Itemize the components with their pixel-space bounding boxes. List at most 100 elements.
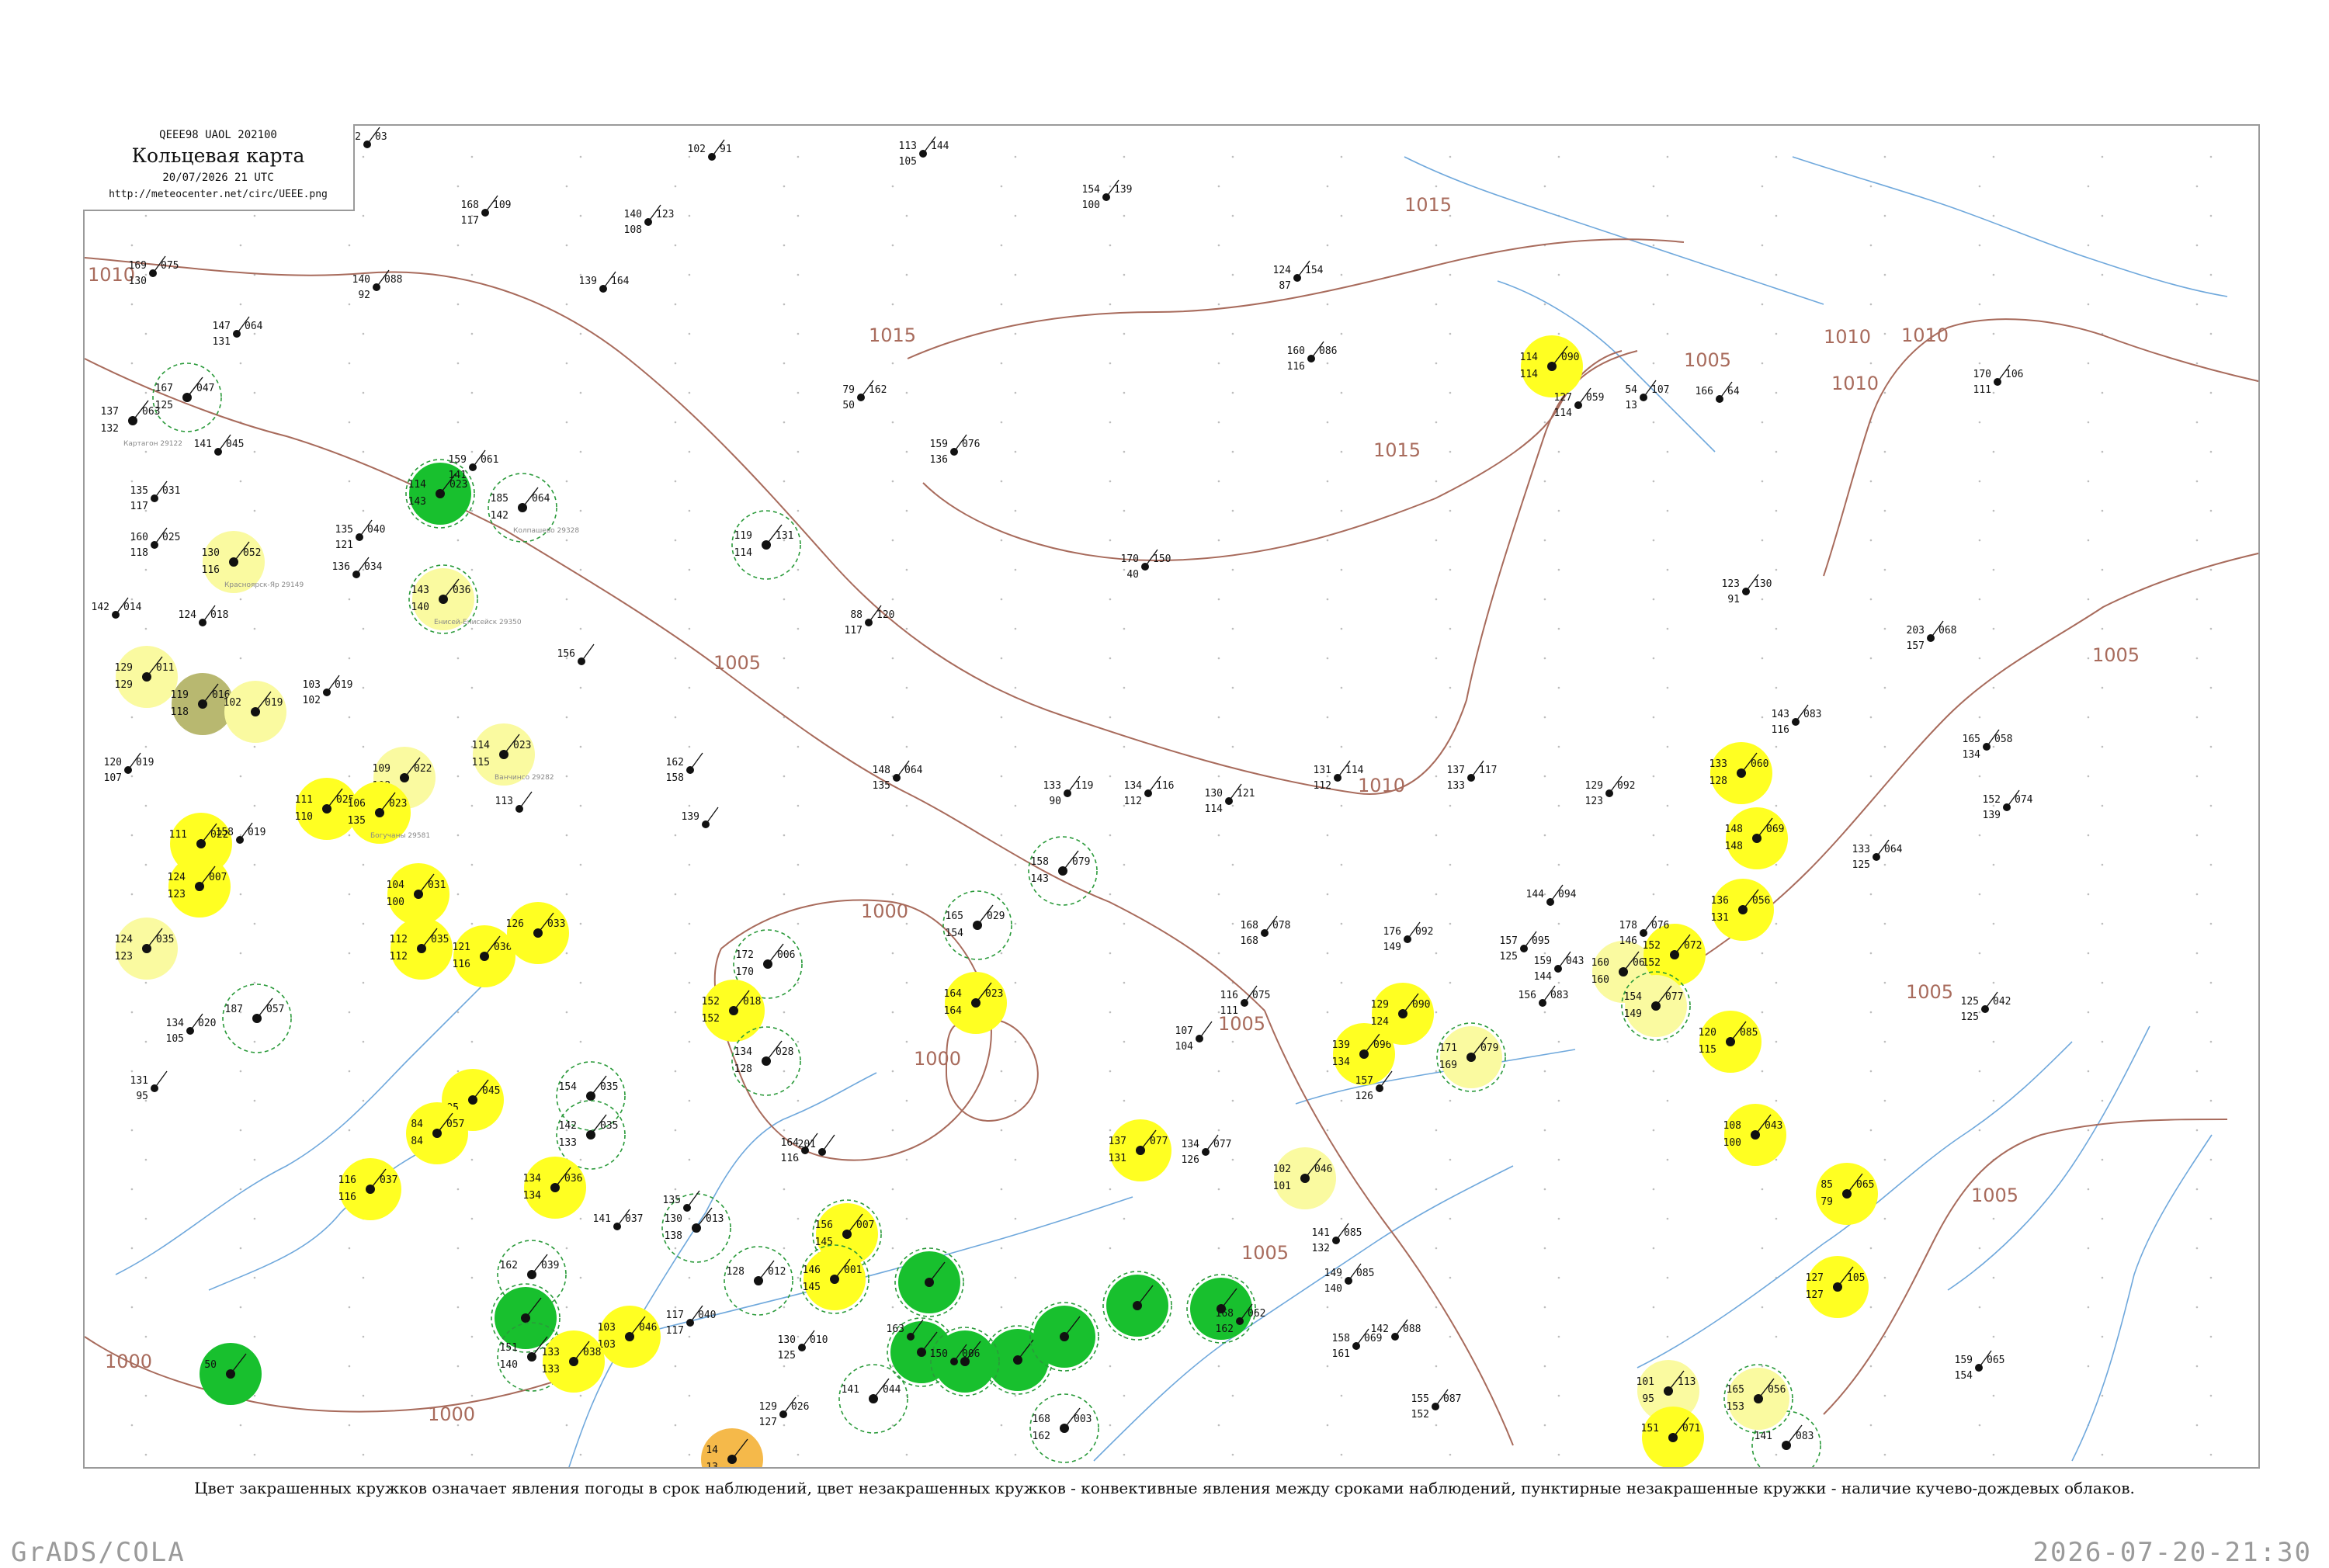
- station-plot-plain[interactable]: 139 164: [579, 271, 630, 293]
- station-plot-plain[interactable]: 149 085 140: [1324, 1263, 1375, 1295]
- station-plot-plain[interactable]: 176 092 149: [1383, 921, 1434, 953]
- station-plot[interactable]: 102 046 101: [1273, 1147, 1336, 1209]
- station-plot-plain[interactable]: 88 120 117: [845, 605, 895, 637]
- station-plot-plain[interactable]: 103 019 102: [303, 675, 353, 706]
- station-plot-plain[interactable]: 143 083 116: [1772, 704, 1822, 736]
- station-plot-plain[interactable]: 140 088 92: [352, 269, 403, 301]
- station-plot-plain[interactable]: 102 91: [688, 139, 732, 161]
- station-plot[interactable]: 165 029 154: [942, 890, 1012, 960]
- station-plot-plain[interactable]: 130 010 125: [778, 1330, 828, 1362]
- station-plot[interactable]: 103 046103: [598, 1306, 661, 1368]
- station-plot[interactable]: 136 056 131: [1711, 879, 1774, 941]
- station-plot-plain[interactable]: 127 059 114: [1554, 387, 1605, 419]
- station-plot-plain[interactable]: 135 040 121: [335, 519, 386, 551]
- station-plot-plain[interactable]: 152 074 139: [1983, 789, 2033, 821]
- station-plot-plain[interactable]: 141 085 132: [1312, 1223, 1362, 1254]
- station-plot-plain[interactable]: 113: [495, 791, 533, 813]
- station-plot[interactable]: 14 13: [701, 1428, 763, 1469]
- station-plot[interactable]: 116 037 116: [338, 1158, 401, 1220]
- station-plot-plain[interactable]: 107104: [1175, 1021, 1213, 1053]
- station-plot-plain[interactable]: 144 094: [1526, 884, 1577, 906]
- station-plot[interactable]: 137 077 131: [1109, 1119, 1171, 1181]
- station-plot-plain[interactable]: 113 144 105: [899, 136, 949, 168]
- station-plot[interactable]: 124 035 123: [115, 918, 178, 980]
- station-plot-plain[interactable]: 124 018: [179, 605, 229, 626]
- station-plot[interactable]: 134 028 128: [731, 1026, 801, 1096]
- station-plot-plain[interactable]: 156 083: [1519, 985, 1569, 1007]
- station-plot[interactable]: [930, 1327, 1000, 1396]
- station-plot[interactable]: 130 052 116 Красноярск-Яр 29149: [202, 531, 304, 593]
- station-plot-plain[interactable]: 134 020 105: [166, 1013, 217, 1045]
- station-plot[interactable]: [894, 1247, 964, 1317]
- station-plot-plain[interactable]: 166 64: [1696, 381, 1740, 403]
- station-plot[interactable]: [1029, 1302, 1099, 1372]
- station-plot[interactable]: 141 044: [838, 1364, 908, 1434]
- station-plot[interactable]: 167 047125: [152, 363, 222, 432]
- station-plot[interactable]: 120 085 115: [1699, 1011, 1762, 1073]
- station-plot-plain[interactable]: 129 092 123: [1585, 775, 1636, 807]
- station-plot[interactable]: [1102, 1271, 1172, 1341]
- station-plot-plain[interactable]: 159 065 154: [1955, 1350, 2005, 1382]
- station-plot-plain[interactable]: 169 075 130: [129, 255, 179, 287]
- station-plot-plain[interactable]: 139: [682, 807, 719, 828]
- station-plot[interactable]: 114 023 115 Ванчинсо 29282: [472, 723, 554, 786]
- station-plot[interactable]: 108 043 100: [1723, 1104, 1786, 1166]
- station-plot-plain[interactable]: 134 077 126: [1182, 1134, 1232, 1166]
- station-plot-plain[interactable]: 13195: [130, 1070, 168, 1102]
- station-plot-plain[interactable]: 133 064 125: [1852, 839, 1903, 871]
- station-plot-plain[interactable]: 135 031 117: [130, 480, 181, 512]
- station-plot-plain[interactable]: 168 109 117: [461, 195, 512, 227]
- station-plot-plain[interactable]: 160 086 116: [1287, 341, 1338, 373]
- station-plot-plain[interactable]: 156: [557, 644, 595, 665]
- station-plot-plain[interactable]: 160 025 118: [130, 527, 181, 559]
- station-plot[interactable]: 185 064 142 Колпашево 29328: [488, 473, 579, 543]
- station-plot[interactable]: 143 036 140 Енисей-Енисейск 29350: [408, 564, 522, 634]
- station-plot-plain[interactable]: 124 154 87: [1273, 260, 1324, 292]
- station-plot-plain[interactable]: 131 114 112: [1314, 760, 1364, 792]
- station-plot[interactable]: 114 090 114: [1520, 335, 1583, 397]
- station-plot-plain[interactable]: 125 042 125: [1961, 991, 2011, 1023]
- station-plot-plain[interactable]: 154 139 100: [1082, 179, 1133, 211]
- station-plot[interactable]: 112 035 112: [390, 918, 453, 980]
- station-plot-plain[interactable]: 170 106 111: [1973, 364, 2024, 396]
- station-plot[interactable]: 158 079 143: [1028, 836, 1098, 906]
- station-plot-plain[interactable]: 155 087 152: [1411, 1389, 1462, 1421]
- station-plot-plain[interactable]: 170 150 40: [1121, 549, 1171, 581]
- station-plot-plain[interactable]: 141 045: [194, 434, 245, 456]
- station-plot-plain[interactable]: 79 162 50: [842, 380, 887, 411]
- station-plot[interactable]: 127 105 127: [1806, 1256, 1869, 1318]
- station-plot[interactable]: 148 069 148: [1725, 807, 1788, 869]
- station-plot[interactable]: 168 003 162: [1029, 1393, 1099, 1463]
- station-plot-plain[interactable]: 147 064 131: [213, 316, 263, 348]
- station-plot[interactable]: 102 019: [224, 681, 286, 743]
- station-plot-plain[interactable]: 133 119 90: [1043, 775, 1094, 807]
- station-plot-plain[interactable]: 168 078 168: [1241, 915, 1291, 947]
- station-plot[interactable]: 171 079 169: [1436, 1022, 1506, 1092]
- station-plot-plain[interactable]: 159 061 141: [449, 449, 499, 481]
- station-plot[interactable]: 134 036 134: [523, 1157, 586, 1219]
- station-plot[interactable]: 121 036116: [453, 925, 515, 987]
- station-plot[interactable]: 124 007 123: [168, 855, 231, 918]
- station-plot-plain[interactable]: 136 034: [332, 557, 383, 578]
- station-plot-plain[interactable]: 159 076 136: [930, 434, 981, 466]
- station-plot[interactable]: 133 060 128: [1709, 742, 1772, 804]
- station-plot-plain[interactable]: 129 026 127: [759, 1396, 810, 1428]
- station-plot[interactable]: 84 057 84: [406, 1102, 468, 1164]
- station-plot[interactable]: 85 065 79: [1816, 1163, 1878, 1225]
- station-plot-plain[interactable]: 141 037: [593, 1209, 644, 1230]
- synoptic-map[interactable]: 1015101010151010101510101005101010051000…: [85, 126, 2260, 1469]
- station-plot-plain[interactable]: 116 075 111: [1220, 985, 1271, 1017]
- station-plot[interactable]: 165 056 153: [1723, 1364, 1793, 1434]
- station-plot-plain[interactable]: 203 068 157: [1907, 620, 1957, 652]
- station-plot[interactable]: 50: [200, 1343, 262, 1405]
- station-plot-plain[interactable]: 117 040 117: [666, 1305, 717, 1337]
- station-plot-plain[interactable]: 162158: [666, 752, 703, 784]
- station-plot-plain[interactable]: 165 058 134: [1963, 729, 2013, 761]
- station-plot-plain[interactable]: 159 043 144: [1534, 951, 1584, 983]
- station-plot-plain[interactable]: 142 014: [92, 597, 142, 619]
- station-plot-plain[interactable]: 130 121 114: [1205, 783, 1255, 815]
- map-url-link[interactable]: http://meteocenter.net/circ/UEEE.png: [83, 189, 353, 200]
- station-plot-plain[interactable]: 123 130 91: [1722, 574, 1772, 605]
- station-plot-plain[interactable]: 140 123 108: [624, 204, 675, 236]
- station-plot[interactable]: 119 131 114: [731, 510, 801, 580]
